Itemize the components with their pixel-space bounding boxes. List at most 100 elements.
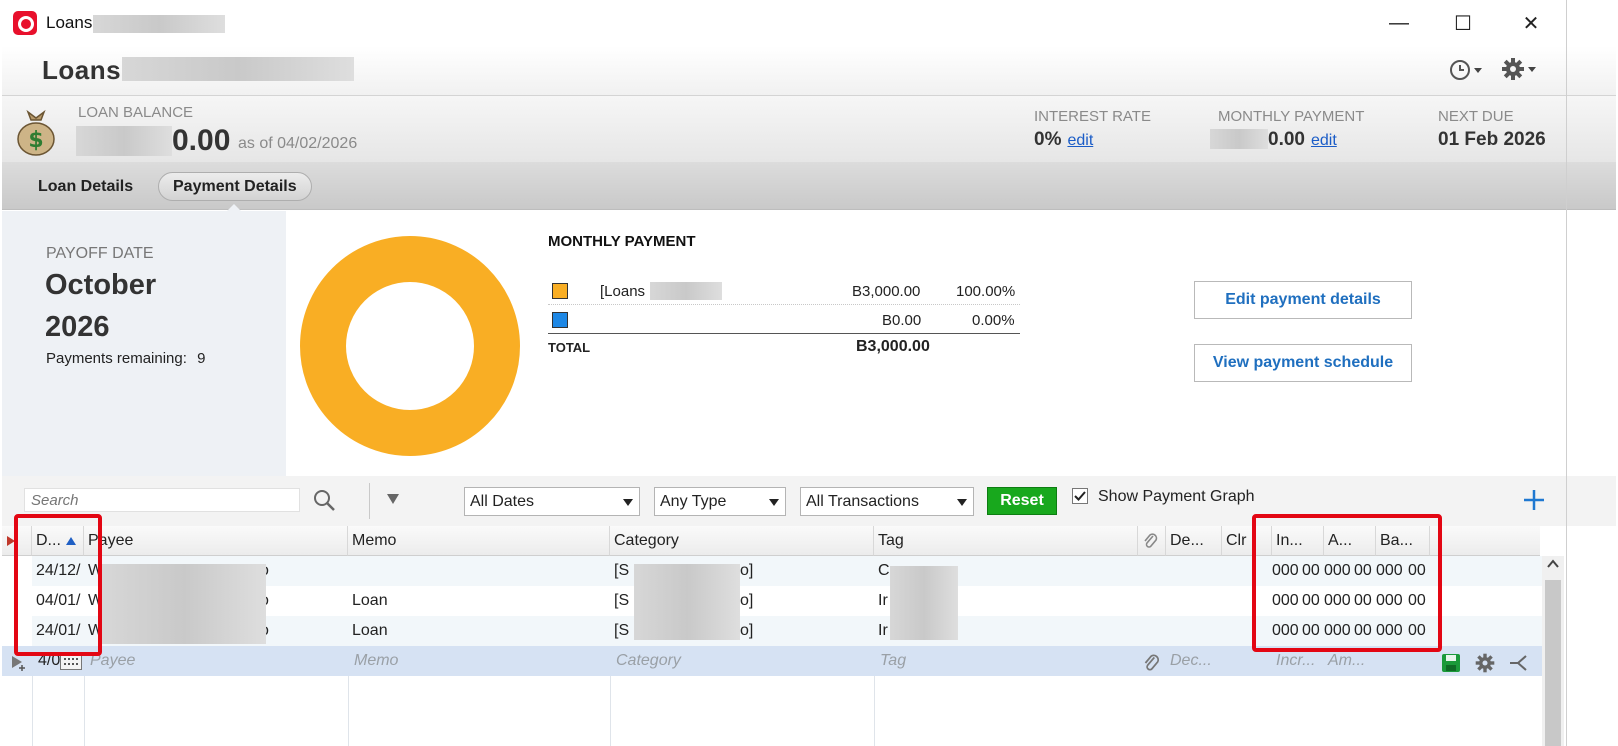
payment-donut-chart: [300, 236, 520, 456]
column-header-category[interactable]: Category: [610, 526, 874, 556]
tab-loan-details[interactable]: Loan Details: [24, 172, 147, 201]
tab-bar: Loan Details Payment Details: [2, 162, 1616, 210]
legend-name-loans: [Loans: [600, 283, 646, 300]
legend-amount-loans: B3,000.00: [852, 283, 921, 300]
add-transaction-icon[interactable]: [1520, 486, 1548, 514]
legend-percent-other: 0.00%: [972, 312, 1015, 329]
page-header: Loans: [2, 46, 1616, 96]
filter-divider: [369, 483, 370, 519]
money-bag-icon: $: [14, 106, 58, 156]
next-due-label: NEXT DUE: [1438, 108, 1514, 125]
monthly-payment-label: MONTHLY PAYMENT: [1218, 108, 1365, 125]
new-row-marker-icon: [10, 654, 28, 672]
type-select-value: Any Type: [660, 492, 727, 510]
tab-payment-details[interactable]: Payment Details: [158, 172, 312, 201]
highlight-amount-columns: [1252, 514, 1442, 652]
transactions-select[interactable]: All Transactions: [800, 487, 974, 516]
page-title: Loans: [42, 55, 122, 85]
interest-rate: 0% edit: [1034, 129, 1093, 151]
loan-balance-asof: as of 04/02/2026: [238, 135, 358, 152]
legend-percent-loans: 100.00%: [956, 283, 1016, 300]
entry-payee[interactable]: Payee: [86, 646, 346, 676]
dates-select[interactable]: All Dates: [464, 487, 640, 516]
search-input[interactable]: [24, 488, 300, 512]
gear-icon[interactable]: [1500, 56, 1540, 84]
chevron-down-icon: [623, 499, 633, 506]
legend-amount-other: B0.00: [882, 312, 922, 329]
column-header-attachment[interactable]: [1138, 526, 1166, 556]
chevron-down-icon: [957, 499, 967, 506]
payment-edit-link[interactable]: edit: [1311, 132, 1337, 149]
title-bar: Loans — ☐ ✕: [0, 0, 1618, 46]
close-button[interactable]: ✕: [1508, 8, 1554, 38]
redacted-balance: [76, 126, 172, 156]
window-title: Loans: [46, 13, 93, 32]
payments-remaining-label: Payments remaining:: [46, 350, 187, 367]
column-header-actions: [1430, 526, 1540, 556]
highlight-date-column: [14, 514, 102, 656]
svg-text:$: $: [28, 128, 43, 153]
dates-select-value: All Dates: [470, 492, 535, 510]
legend-swatch-loans: [552, 283, 568, 299]
transaction-register: D... Payee Memo Category Tag De... Clr I…: [2, 514, 1616, 746]
scrollbar-thumb[interactable]: [1545, 580, 1561, 746]
monthly-payment-title: MONTHLY PAYMENT: [548, 233, 696, 250]
entry-memo[interactable]: Memo: [350, 646, 610, 676]
total-amount: B3,000.00: [856, 338, 930, 355]
redacted-title: [93, 15, 225, 33]
payoff-year: 2026: [45, 311, 110, 343]
payoff-date-label: PAYOFF DATE: [46, 245, 154, 262]
loan-summary: $ LOAN BALANCE 0.00 as of 04/02/2026 INT…: [2, 96, 1616, 162]
interest-rate-value: 0%: [1034, 129, 1062, 150]
redacted-legend-name: [650, 282, 722, 300]
reset-button[interactable]: Reset: [987, 487, 1057, 515]
scroll-up-icon[interactable]: [1542, 556, 1564, 572]
filter-funnel-icon[interactable]: [386, 492, 400, 506]
interest-rate-label: INTEREST RATE: [1034, 108, 1151, 125]
row-settings-gear-icon[interactable]: [1474, 652, 1496, 674]
vertical-scrollbar[interactable]: [1542, 556, 1564, 746]
chevron-down-icon: [769, 499, 779, 506]
entry-tag[interactable]: Tag: [876, 646, 1136, 676]
interest-edit-link[interactable]: edit: [1067, 132, 1093, 149]
paperclip-icon: [1144, 532, 1158, 548]
maximize-button[interactable]: ☐: [1440, 8, 1486, 38]
view-payment-schedule-button[interactable]: View payment schedule: [1194, 344, 1412, 382]
window-border: [1566, 0, 1567, 746]
redacted-category: [634, 564, 740, 640]
edit-payment-details-button[interactable]: Edit payment details: [1194, 281, 1412, 319]
entry-attachment-icon[interactable]: [1142, 653, 1162, 673]
history-clock-icon[interactable]: [1448, 58, 1486, 84]
search-icon[interactable]: [312, 488, 338, 514]
redacted-account-name: [122, 57, 354, 81]
redacted-payee: [102, 564, 266, 644]
transactions-select-value: All Transactions: [806, 492, 919, 510]
monthly-payment: 0.00 edit: [1268, 129, 1337, 151]
payoff-month: October: [45, 269, 157, 301]
payoff-panel: PAYOFF DATE October 2026 Payments remain…: [2, 211, 286, 476]
minimize-button[interactable]: —: [1376, 8, 1422, 38]
monthly-payment-value: 0.00: [1268, 129, 1305, 150]
column-header-payee[interactable]: Payee: [84, 526, 348, 556]
column-header-decrease[interactable]: De...: [1166, 526, 1222, 556]
type-select[interactable]: Any Type: [654, 487, 786, 516]
app-logo-icon: [13, 11, 37, 35]
legend-row-other: B0.00 0.00%: [548, 306, 1020, 334]
donut-slice-0: [300, 236, 520, 456]
redacted-tag: [890, 566, 958, 640]
column-header-tag[interactable]: Tag: [874, 526, 1138, 556]
split-icon[interactable]: [1508, 652, 1530, 674]
show-graph-label: Show Payment Graph: [1098, 488, 1255, 505]
payments-remaining: Payments remaining: 9: [46, 350, 205, 367]
redacted-payment: [1210, 129, 1268, 149]
loan-balance-label: LOAN BALANCE: [78, 104, 194, 121]
column-header-memo[interactable]: Memo: [348, 526, 610, 556]
show-graph-checkbox[interactable]: [1072, 488, 1088, 504]
payments-remaining-value: 9: [197, 350, 206, 367]
save-icon[interactable]: [1440, 652, 1462, 674]
legend-swatch-other: [552, 312, 568, 328]
legend-row-loans: [Loans B3,000.00 100.00%: [548, 277, 1020, 305]
entry-decrease[interactable]: Dec...: [1166, 646, 1222, 676]
loan-balance-value: 0.00: [172, 124, 231, 157]
entry-category[interactable]: Category: [612, 646, 872, 676]
